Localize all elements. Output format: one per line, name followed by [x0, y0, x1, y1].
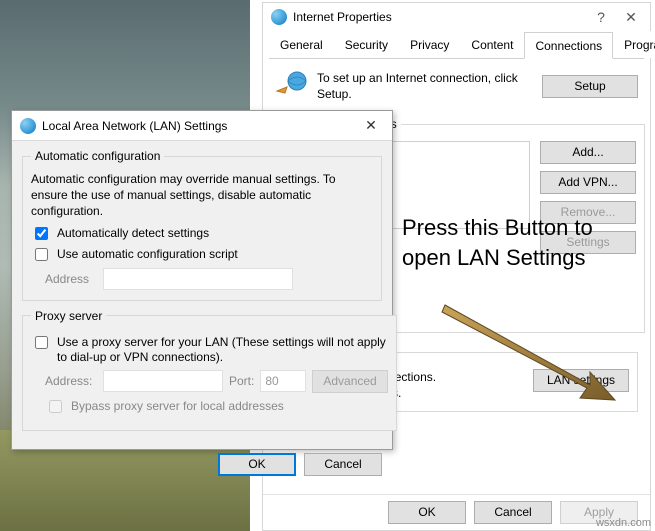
ip-footer: OK Cancel Apply [263, 494, 650, 530]
lan-title-text: Local Area Network (LAN) Settings [42, 119, 227, 133]
ip-titlebar[interactable]: Internet Properties ? ✕ [263, 3, 650, 31]
add-button[interactable]: Add... [540, 141, 636, 164]
auto-detect-row[interactable]: Automatically detect settings [31, 226, 373, 243]
bypass-label: Bypass proxy server for local addresses [71, 399, 284, 415]
lan-settings-button[interactable]: LAN settings [533, 369, 629, 392]
proxy-advanced-button: Advanced [312, 370, 387, 393]
tab-general[interactable]: General [269, 31, 334, 58]
close-button[interactable]: ✕ [616, 3, 646, 31]
auto-script-row[interactable]: Use automatic configuration script [31, 247, 373, 264]
bypass-row: Bypass proxy server for local addresses [45, 399, 388, 416]
lan-titlebar[interactable]: Local Area Network (LAN) Settings ✕ [12, 111, 392, 141]
proxy-enable-row[interactable]: Use a proxy server for your LAN (These s… [31, 335, 388, 366]
auto-script-checkbox[interactable] [35, 248, 48, 261]
proxy-address-label: Address: [45, 374, 97, 388]
proxy-enable-label: Use a proxy server for your LAN (These s… [57, 335, 388, 366]
auto-detect-label: Automatically detect settings [57, 226, 209, 242]
auto-config-hint: Automatic configuration may override man… [31, 171, 373, 220]
ip-title-text: Internet Properties [293, 10, 392, 24]
help-button[interactable]: ? [586, 3, 616, 31]
internet-options-icon [20, 118, 36, 134]
tab-programs[interactable]: Programs [613, 31, 655, 58]
proxy-legend: Proxy server [31, 309, 106, 323]
internet-options-icon [271, 9, 287, 25]
ip-ok-button[interactable]: OK [388, 501, 466, 524]
auto-detect-checkbox[interactable] [35, 227, 48, 240]
auto-address-label: Address [45, 272, 97, 286]
remove-button: Remove... [540, 201, 636, 224]
tab-connections[interactable]: Connections [524, 32, 613, 59]
auto-script-label: Use automatic configuration script [57, 247, 238, 263]
auto-address-input [103, 268, 293, 290]
lan-footer: OK Cancel [12, 447, 392, 486]
ip-cancel-button[interactable]: Cancel [474, 501, 552, 524]
tab-security[interactable]: Security [334, 31, 399, 58]
vpn-settings-button: Settings [540, 231, 636, 254]
auto-config-legend: Automatic configuration [31, 149, 164, 163]
lan-ok-button[interactable]: OK [218, 453, 296, 476]
ip-tabs: General Security Privacy Content Connect… [269, 31, 644, 59]
bypass-checkbox [49, 400, 62, 413]
auto-config-group: Automatic configuration Automatic config… [22, 149, 382, 301]
setup-button[interactable]: Setup [542, 75, 638, 98]
lan-close-button[interactable]: ✕ [356, 117, 386, 134]
proxy-port-label: Port: [229, 374, 254, 388]
connection-wizard-icon [275, 69, 309, 103]
tab-privacy[interactable]: Privacy [399, 31, 460, 58]
proxy-port-input [260, 370, 306, 392]
proxy-group: Proxy server Use a proxy server for your… [22, 309, 397, 431]
add-vpn-button[interactable]: Add VPN... [540, 171, 636, 194]
lan-settings-window: Local Area Network (LAN) Settings ✕ Auto… [11, 110, 393, 450]
tab-content[interactable]: Content [460, 31, 524, 58]
setup-hint: To set up an Internet connection, click … [317, 70, 542, 102]
proxy-enable-checkbox[interactable] [35, 336, 48, 349]
proxy-address-input [103, 370, 223, 392]
lan-cancel-button[interactable]: Cancel [304, 453, 382, 476]
watermark: wsxdn.com [596, 517, 651, 529]
